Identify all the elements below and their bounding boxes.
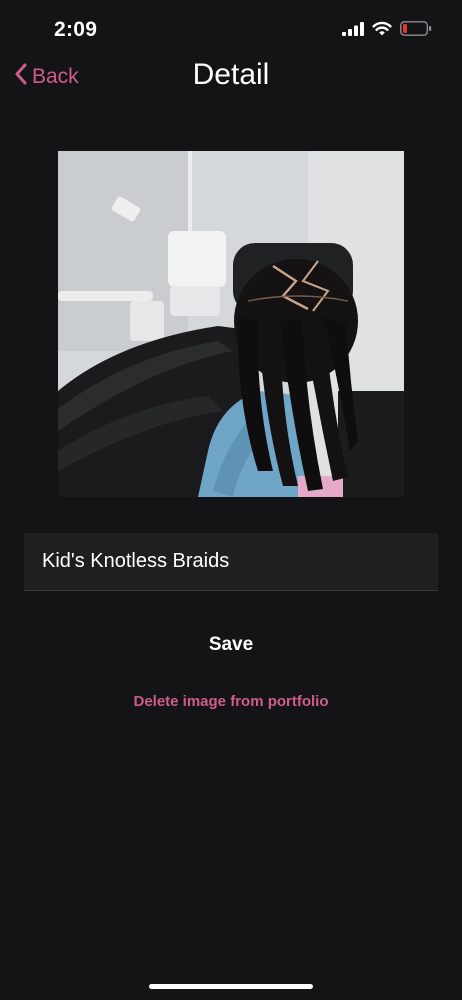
title-input[interactable]: [42, 550, 420, 573]
status-time: 2:09: [54, 18, 98, 41]
save-button[interactable]: Save: [0, 634, 462, 656]
delete-image-button[interactable]: Delete image from portfolio: [0, 693, 462, 710]
cellular-signal-icon: [342, 21, 364, 41]
home-indicator[interactable]: [149, 984, 313, 989]
portfolio-photo: [58, 151, 404, 497]
wifi-icon: [372, 21, 392, 41]
status-icons: [342, 20, 432, 42]
status-bar: 2:09: [0, 0, 462, 60]
title-field[interactable]: [24, 533, 438, 591]
navigation-bar: Back Detail: [0, 52, 462, 102]
battery-low-icon: [400, 21, 432, 41]
page-title: Detail: [192, 58, 270, 91]
